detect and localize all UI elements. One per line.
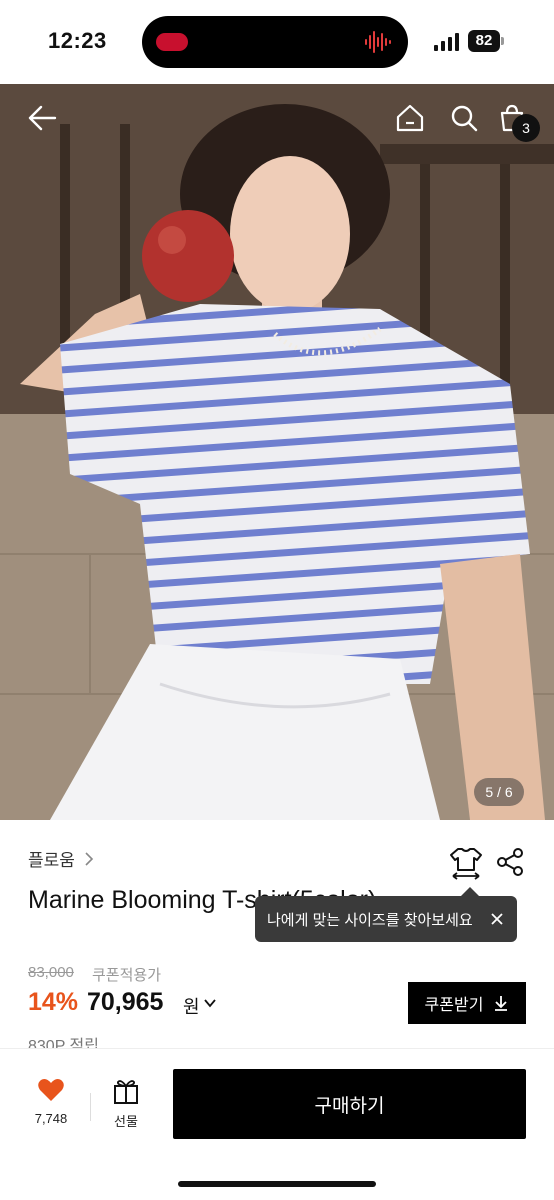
gift-button[interactable]: 선물: [100, 1077, 152, 1130]
product-image[interactable]: 3 5 / 6: [0, 84, 554, 820]
status-time: 12:23: [48, 28, 107, 53]
share-icon[interactable]: [494, 846, 526, 878]
brand-link[interactable]: 플로움: [28, 846, 95, 871]
currency-label: 원: [183, 997, 200, 1017]
chevron-right-icon: [85, 851, 94, 866]
product-photo: [0, 84, 554, 820]
audio-wave-icon: [365, 31, 391, 53]
back-arrow-icon[interactable]: [24, 100, 60, 136]
get-coupon-button[interactable]: 쿠폰받기: [408, 982, 526, 1024]
home-icon[interactable]: [392, 100, 428, 136]
original-price: 83,000: [28, 964, 74, 981]
battery-icon: 82: [468, 30, 504, 52]
cart-count-badge: 3: [512, 114, 540, 142]
close-icon[interactable]: [487, 909, 507, 929]
image-counter: 5 / 6: [474, 778, 524, 806]
sale-price: 70,965: [87, 988, 164, 1016]
chevron-down-icon[interactable]: [203, 997, 217, 1009]
coupon-applied-label: 쿠폰적용가: [92, 967, 162, 984]
divider: [90, 1093, 91, 1121]
buy-button-label: 구매하기: [314, 1095, 385, 1117]
dynamic-island: [142, 16, 408, 68]
signal-icon: [434, 33, 459, 51]
coupon-button-label: 쿠폰받기: [424, 997, 484, 1014]
discount-rate: 14%: [28, 988, 79, 1016]
bottom-action-bar: 7,748 선물 구매하기: [0, 1048, 554, 1200]
status-bar: 12:23 82: [0, 0, 554, 84]
like-button[interactable]: 7,748: [22, 1077, 80, 1126]
brand-name: 플로움: [28, 851, 75, 870]
recording-indicator-icon: [156, 33, 188, 51]
size-guide-icon[interactable]: [448, 846, 484, 880]
like-count: 7,748: [34, 1111, 68, 1126]
heart-icon: [38, 1079, 64, 1101]
tooltip-text: 나에게 맞는 사이즈를 찾아보세요: [267, 911, 473, 929]
home-indicator: [178, 1181, 376, 1187]
battery-level: 82: [468, 30, 500, 52]
buy-button[interactable]: 구매하기: [173, 1069, 526, 1139]
search-icon[interactable]: [446, 100, 482, 136]
gift-icon: [114, 1080, 138, 1104]
download-icon: [495, 996, 508, 1011]
size-tooltip: 나에게 맞는 사이즈를 찾아보세요: [255, 887, 517, 942]
gift-label: 선물: [114, 1114, 138, 1129]
